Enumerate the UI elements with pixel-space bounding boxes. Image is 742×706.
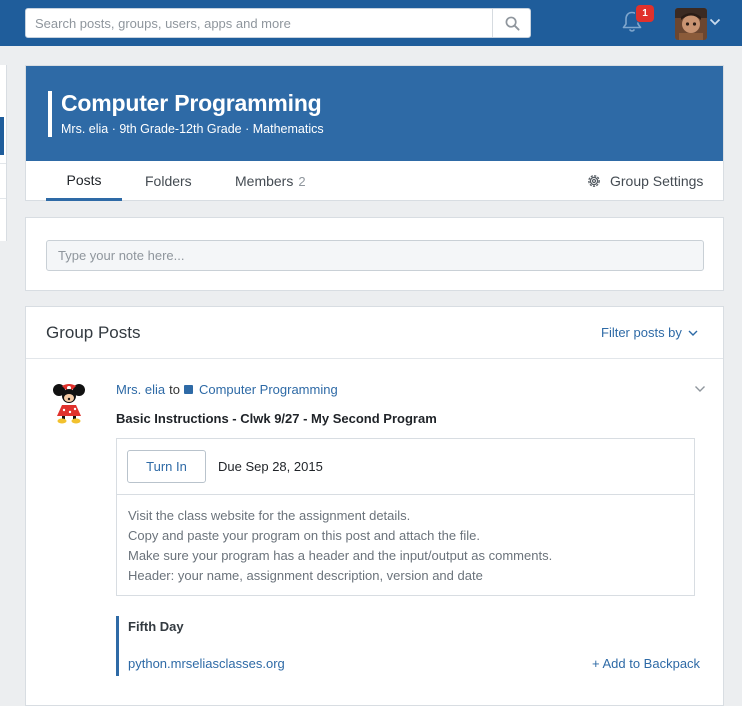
post-options-chevron-icon[interactable]: [694, 384, 706, 394]
assignment-line: Copy and paste your program on this post…: [128, 528, 480, 543]
sidebar-divider: [0, 163, 6, 164]
sidebar-divider: [0, 198, 6, 199]
turn-in-button[interactable]: Turn In: [127, 450, 206, 483]
filter-posts-dropdown[interactable]: Filter posts by: [601, 325, 698, 340]
avatar-image: [675, 8, 707, 40]
due-date: Due Sep 28, 2015: [218, 459, 323, 474]
group-settings-button[interactable]: Group Settings: [586, 161, 703, 201]
notification-count-badge[interactable]: 1: [636, 5, 654, 22]
chevron-down-icon[interactable]: [709, 17, 721, 27]
group-header-card: Computer Programming Mrs. elia · 9th Gra…: [25, 65, 724, 201]
tab-members[interactable]: Members 2: [235, 161, 306, 201]
group-banner: Computer Programming Mrs. elia · 9th Gra…: [26, 66, 723, 161]
tab-posts[interactable]: Posts: [46, 161, 122, 201]
tab-members-label: Members: [235, 173, 294, 189]
search-box: [25, 8, 531, 38]
filter-posts-label: Filter posts by: [601, 325, 682, 340]
group-posts-heading: Group Posts: [46, 323, 141, 342]
group-settings-label: Group Settings: [610, 173, 704, 189]
assignment-divider: [117, 494, 694, 495]
search-input[interactable]: [26, 9, 491, 37]
members-count: 2: [298, 173, 306, 189]
group-posts-card: Group Posts Filter posts by Mrs. elia to…: [25, 306, 724, 706]
post-title: Basic Instructions - Clwk 9/27 - My Seco…: [116, 411, 437, 426]
post-author-avatar[interactable]: [52, 382, 86, 424]
tab-folders-label: Folders: [145, 173, 192, 189]
assignment-line: Make sure your program has a header and …: [128, 548, 553, 563]
attachment-title: Fifth Day: [128, 619, 184, 634]
group-color-square-icon: [183, 385, 193, 394]
post-to-text: to: [169, 382, 180, 397]
top-navigation-bar: 1: [0, 0, 742, 46]
user-avatar[interactable]: [675, 8, 707, 40]
search-button[interactable]: [493, 9, 531, 37]
chevron-down-icon: [688, 330, 698, 336]
assignment-line: Visit the class website for the assignme…: [128, 508, 411, 523]
note-composer-card: [25, 217, 724, 291]
note-input[interactable]: [46, 240, 704, 271]
add-to-backpack-button[interactable]: + Add to Backpack: [592, 656, 700, 671]
post-author-link[interactable]: Mrs. elia: [116, 382, 165, 397]
post-group-link[interactable]: Computer Programming: [199, 382, 338, 397]
minnie-mouse-avatar: [53, 384, 85, 424]
assignment-description: Visit the class website for the assignme…: [128, 506, 552, 586]
sidebar-active-indicator: [0, 117, 4, 155]
attachment-accent-bar: [116, 616, 119, 676]
tab-folders[interactable]: Folders: [145, 161, 192, 201]
attachment-link[interactable]: python.mrseliasclasses.org: [128, 656, 285, 671]
post-meta: Mrs. elia to Computer Programming: [116, 382, 338, 397]
assignment-line: Header: your name, assignment descriptio…: [128, 568, 483, 583]
assignment-box: Turn In Due Sep 28, 2015 Visit the class…: [116, 438, 695, 596]
left-sidebar-edge: [0, 65, 7, 241]
group-subtitle: Mrs. elia · 9th Grade-12th Grade · Mathe…: [61, 122, 324, 136]
tab-posts-label: Posts: [66, 171, 102, 188]
search-icon: [505, 16, 520, 31]
posts-divider: [26, 358, 723, 359]
banner-accent-bar: [48, 91, 52, 137]
group-title: Computer Programming: [61, 90, 322, 116]
gear-icon: [588, 175, 600, 187]
